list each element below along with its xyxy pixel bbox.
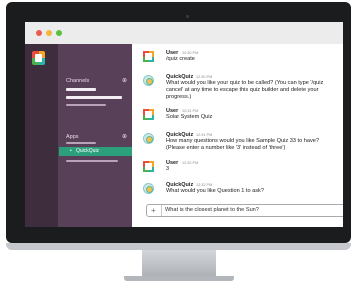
channels-heading[interactable]: Channels [66, 78, 89, 84]
app-bullet-icon: • [70, 148, 72, 154]
channel-item[interactable] [66, 96, 122, 99]
channel-item[interactable] [66, 104, 106, 106]
sidebar-item-label: QuickQuiz [76, 148, 100, 154]
composer-divider [161, 205, 162, 216]
message-time: 12:30 PM [182, 51, 199, 55]
workspace-logo-icon[interactable] [32, 51, 45, 65]
bot-avatar-icon[interactable] [143, 133, 154, 144]
close-window-button[interactable] [36, 30, 42, 36]
user-avatar-icon[interactable] [143, 109, 154, 120]
bot-avatar-icon[interactable] [143, 75, 154, 86]
user-avatar-icon[interactable] [143, 51, 154, 62]
message-composer[interactable]: + What is the closest planet to the Sun? [146, 204, 343, 217]
message-text: /quiz create [166, 56, 195, 62]
monitor-stand-base [124, 276, 234, 281]
message-time: 12:31 PM [182, 109, 199, 113]
message-time: 12:31 PM [196, 133, 213, 137]
message-text: Solar System Quiz [166, 114, 213, 120]
workspace-rail [25, 44, 58, 227]
bot-avatar-icon[interactable] [143, 183, 154, 194]
add-app-icon[interactable]: ⊕ [122, 133, 127, 140]
message-text: What would you like Question 1 to ask? [166, 188, 264, 194]
title-bar [25, 22, 343, 44]
message-pane: User 12:30 PM /quiz create QuickQuiz 12:… [132, 44, 343, 227]
monitor-chin [6, 243, 351, 250]
attach-plus-icon[interactable]: + [151, 206, 156, 216]
message-text: What would you like your quiz to be call… [166, 80, 324, 100]
camera-dot [186, 15, 189, 18]
user-avatar-icon[interactable] [143, 161, 154, 172]
monitor-stand-neck [142, 250, 216, 276]
sidebar-item-quickquiz[interactable]: • QuickQuiz [59, 147, 132, 156]
message-text: How many questions would you like Sample… [166, 138, 319, 151]
app-window: Channels ⊕ Apps ⊕ • QuickQuiz User 12:30… [25, 22, 343, 227]
app-item[interactable] [66, 160, 118, 162]
message-time: 12:30 PM [196, 75, 213, 79]
apps-heading[interactable]: Apps [66, 134, 79, 140]
sidebar: Channels ⊕ Apps ⊕ • QuickQuiz [58, 44, 132, 227]
message-time: 12:32 PM [196, 183, 213, 187]
message-time: 12:32 PM [182, 161, 199, 165]
add-channel-icon[interactable]: ⊕ [122, 77, 127, 84]
message-input[interactable]: What is the closest planet to the Sun? [165, 207, 259, 214]
minimize-window-button[interactable] [46, 30, 52, 36]
app-item[interactable] [66, 142, 96, 144]
channel-item[interactable] [66, 88, 96, 91]
monitor-bezel: Channels ⊕ Apps ⊕ • QuickQuiz User 12:30… [6, 2, 351, 243]
message-text: 3 [166, 166, 170, 172]
maximize-window-button[interactable] [56, 30, 62, 36]
